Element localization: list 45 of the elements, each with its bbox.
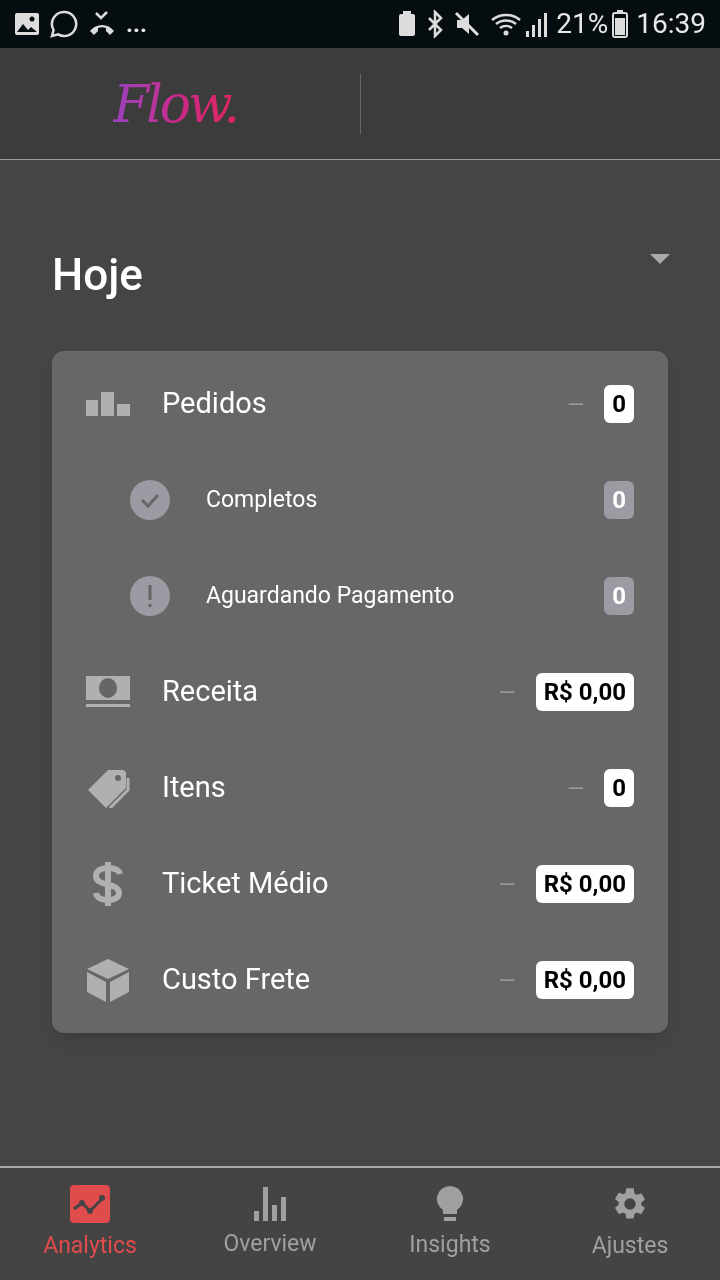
nav-tab[interactable]: Ajustes	[540, 1168, 720, 1280]
value-badge: 0	[604, 769, 634, 807]
metric-label: Pedidos	[162, 385, 267, 423]
metric-label: Aguardando Pagamento	[206, 580, 455, 611]
battery-icon	[612, 10, 629, 38]
battery-saver-icon	[398, 11, 417, 37]
value-badge: 0	[604, 385, 634, 423]
tags-icon	[86, 768, 130, 808]
value-badge: R$ 0,00	[535, 865, 634, 903]
check-circle-icon	[130, 480, 170, 520]
metric-label: Completos	[206, 484, 318, 515]
box-icon	[86, 958, 130, 1002]
chat-bubble-icon	[50, 10, 78, 38]
trend-dash: —	[498, 678, 516, 707]
image-icon	[14, 12, 40, 36]
metric-label: Ticket Médio	[162, 865, 329, 903]
battery-percent: 21%	[556, 10, 609, 38]
nav-tab[interactable]: Overview	[180, 1168, 360, 1280]
trend-dash: —	[567, 390, 585, 419]
dropdown-caret-icon[interactable]	[650, 254, 670, 266]
banknote-icon	[86, 676, 130, 708]
lightbulb-icon	[436, 1185, 464, 1222]
value-badge: 0	[604, 481, 634, 519]
metric-label: Custo Frete	[162, 961, 311, 999]
bar-chart-icon	[86, 392, 130, 416]
value-badge: R$ 0,00	[535, 673, 634, 711]
metric-label: Receita	[162, 673, 259, 711]
muted-speaker-icon	[454, 11, 481, 37]
trend-dash: —	[498, 870, 516, 899]
exclamation-circle-icon	[130, 576, 170, 616]
metric-label: Itens	[162, 769, 226, 807]
value-badge: R$ 0,00	[535, 961, 634, 999]
clock: 16:39	[636, 10, 706, 38]
nav-tab[interactable]: Insights	[360, 1168, 540, 1280]
missed-call-icon	[88, 11, 116, 37]
trend-dash: —	[567, 774, 585, 803]
value-badge: 0	[604, 577, 634, 615]
dollar-icon	[91, 862, 125, 906]
more-notifications-text: ...	[126, 12, 147, 36]
bluetooth-icon	[426, 10, 445, 38]
section-title: Hoje	[52, 248, 143, 303]
line-chart-icon	[70, 1184, 110, 1223]
bar-chart-icon	[254, 1186, 286, 1221]
nav-tab[interactable]: Analytics	[0, 1168, 180, 1280]
trend-dash: —	[498, 966, 516, 995]
